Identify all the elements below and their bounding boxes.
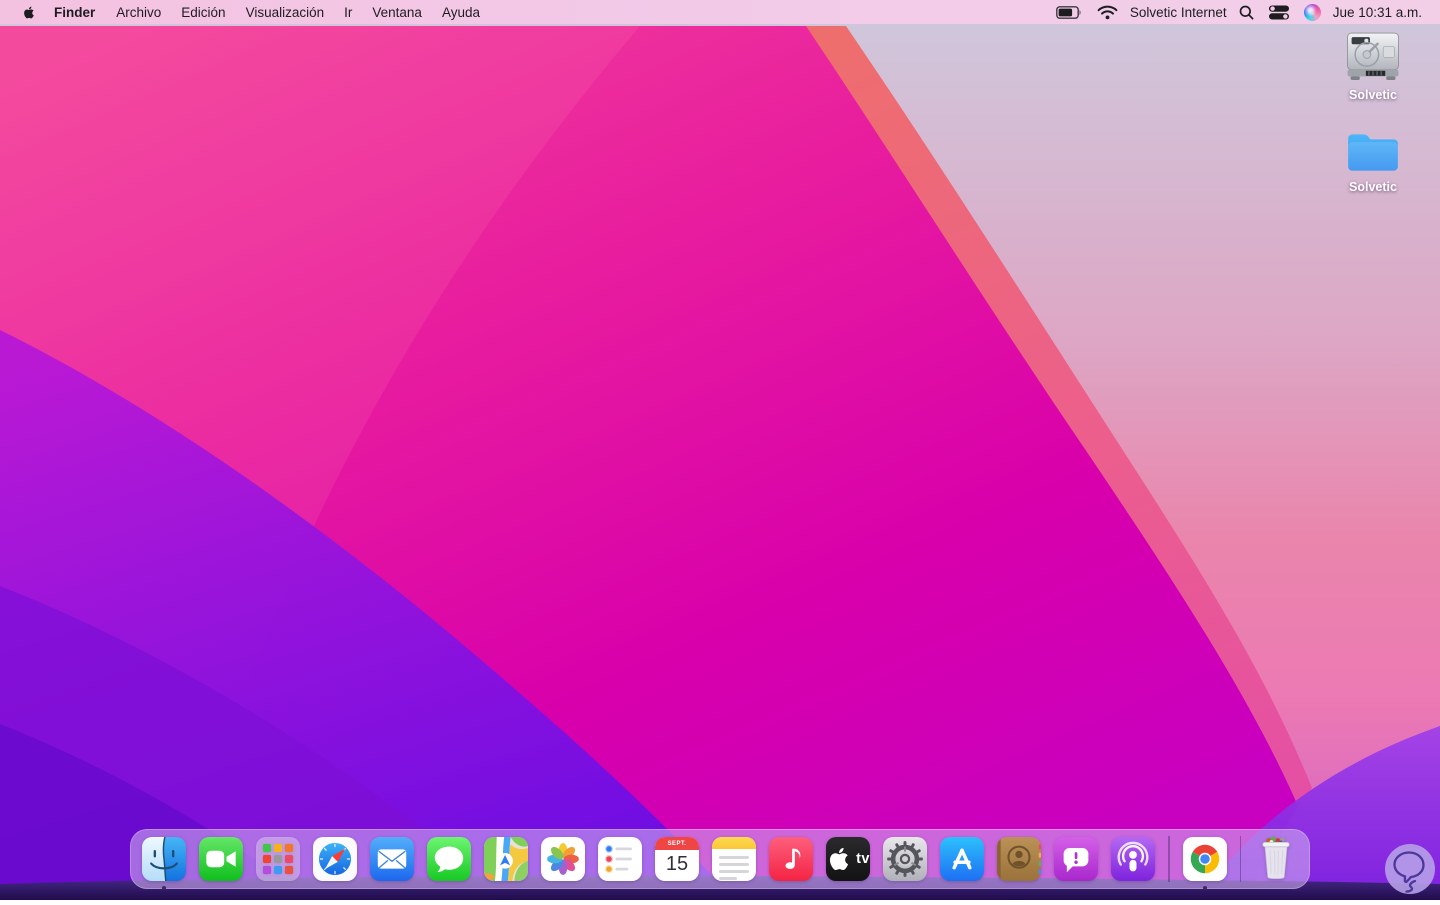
dock-item-app-store[interactable] [940, 837, 984, 881]
dock-item-calendar[interactable]: SEPT. 15 [655, 837, 699, 881]
desktop-wallpaper [0, 0, 1440, 900]
dock-item-facetime[interactable] [199, 837, 243, 881]
dock: SEPT. 15 tv [130, 829, 1310, 889]
dock-item-apple-tv[interactable]: tv [826, 837, 870, 881]
feedback-assistant-icon [1054, 837, 1098, 881]
app-store-icon [940, 837, 984, 881]
dock-item-launchpad[interactable] [256, 837, 300, 881]
tv-label: tv [856, 851, 870, 867]
calendar-month-label: SEPT. [655, 837, 699, 850]
dock-item-messages[interactable] [427, 837, 471, 881]
menu-visualizacion[interactable]: Visualización [236, 5, 335, 20]
menu-bar: Finder Archivo Edición Visualización Ir … [0, 0, 1440, 24]
system-preferences-icon [883, 837, 927, 881]
safari-icon [313, 837, 357, 881]
battery-icon[interactable] [1053, 5, 1085, 19]
menu-bar-clock[interactable]: Jue 10:31 a.m. [1333, 5, 1422, 20]
dock-item-podcasts[interactable] [1111, 837, 1155, 881]
desktop-icon-label: Solvetic [1349, 180, 1397, 194]
dock-item-photos[interactable] [541, 837, 585, 881]
menu-ayuda[interactable]: Ayuda [432, 5, 490, 20]
dock-item-mail[interactable] [370, 837, 414, 881]
mail-icon [370, 837, 414, 881]
apple-menu[interactable] [18, 4, 41, 21]
spotlight-search-icon[interactable] [1236, 5, 1257, 20]
dock-item-music[interactable] [769, 837, 813, 881]
contacts-icon [997, 837, 1041, 881]
dock-item-system-preferences[interactable] [883, 837, 927, 881]
facetime-icon [199, 837, 243, 881]
maps-icon [484, 837, 528, 881]
desktop-icon-hard-drive[interactable]: Solvetic [1344, 30, 1402, 102]
dock-item-safari[interactable] [313, 837, 357, 881]
launchpad-icon [256, 837, 300, 881]
menu-archivo[interactable]: Archivo [106, 5, 171, 20]
messages-icon [427, 837, 471, 881]
notes-icon [712, 837, 756, 881]
apple-tv-icon: tv [826, 837, 870, 881]
chrome-icon [1182, 837, 1227, 881]
menu-ir[interactable]: Ir [334, 5, 362, 20]
finder-icon [142, 837, 186, 881]
photos-icon [541, 837, 585, 881]
solvetic-logo [1384, 843, 1436, 895]
folder-icon [1348, 134, 1398, 171]
dock-item-feedback-assistant[interactable] [1054, 837, 1098, 881]
reminders-icon [598, 837, 642, 881]
desktop-icon-label: Solvetic [1349, 88, 1397, 102]
menu-bar-status-area: Solvetic Internet Jue 10:31 a.m. [1053, 3, 1440, 21]
calendar-day-label: 15 [665, 853, 689, 875]
dock-item-maps[interactable] [484, 837, 528, 881]
dock-item-reminders[interactable] [598, 837, 642, 881]
apple-logo-icon [24, 6, 34, 18]
music-icon [769, 837, 813, 881]
dock-item-contacts[interactable] [997, 837, 1041, 881]
dock-item-trash[interactable] [1254, 836, 1298, 881]
control-center-icon[interactable] [1266, 5, 1292, 20]
desktop-icons: Solvetic Solvetic [1325, 30, 1421, 194]
network-name[interactable]: Solvetic Internet [1130, 5, 1227, 20]
calendar-icon: SEPT. 15 [655, 837, 699, 881]
dock-item-finder[interactable] [142, 837, 186, 881]
podcasts-icon [1111, 837, 1155, 881]
dock-item-notes[interactable] [712, 837, 756, 881]
hard-drive-icon [1347, 32, 1399, 80]
menu-finder[interactable]: Finder [43, 5, 106, 20]
dock-divider [1168, 836, 1170, 882]
wifi-icon[interactable] [1094, 5, 1121, 20]
apple-logo-icon [829, 847, 849, 871]
dock-item-chrome[interactable] [1182, 837, 1227, 881]
siri-icon[interactable] [1301, 3, 1324, 21]
menu-ventana[interactable]: Ventana [362, 5, 432, 20]
menu-edicion[interactable]: Edición [171, 5, 235, 20]
dock-divider [1239, 836, 1241, 882]
desktop-icon-folder[interactable]: Solvetic [1344, 129, 1402, 194]
trash-full-icon [1254, 833, 1298, 881]
